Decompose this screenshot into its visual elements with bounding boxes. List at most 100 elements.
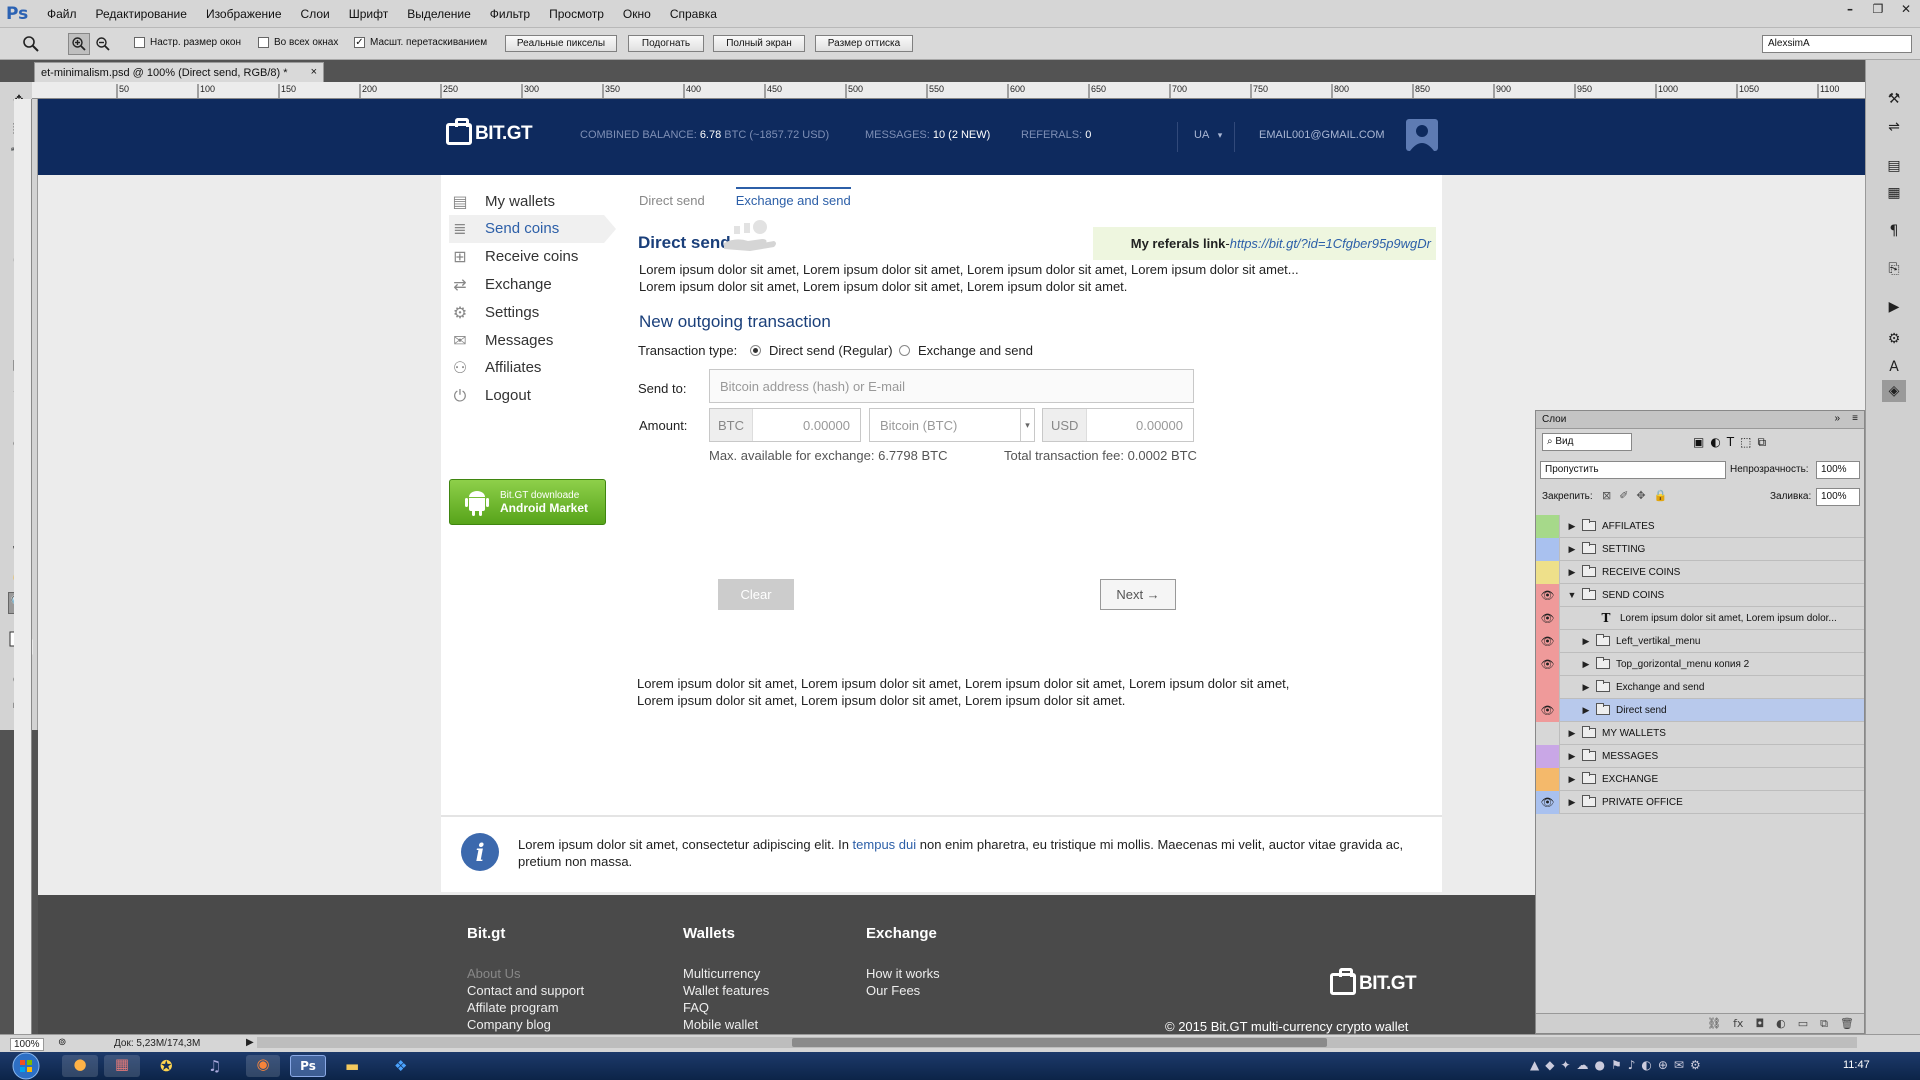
fx-icon[interactable]: fx xyxy=(1733,1017,1743,1030)
workspace-select[interactable]: AlexsimA xyxy=(1762,35,1912,53)
menu-item[interactable]: Фильтр xyxy=(490,7,530,21)
layer-row[interactable]: 👁 T Lorem ipsum dolor sit amet, Lorem ipsu… xyxy=(1536,606,1864,630)
direct-send-radio[interactable]: Direct send (Regular) xyxy=(750,343,893,358)
footer-link[interactable]: FAQ xyxy=(683,999,769,1016)
layer-filter-select[interactable]: ⌕ Вид xyxy=(1542,433,1632,451)
eye-visible-icon[interactable]: 👁 xyxy=(1536,652,1560,676)
footer-link[interactable]: How it works xyxy=(866,965,940,982)
opacity-input[interactable]: 100% xyxy=(1816,461,1860,479)
sidebar-item-receive-coins[interactable]: ⊞ Receive coins xyxy=(449,243,604,271)
close-tab-icon[interactable]: × xyxy=(311,66,317,78)
layer-row[interactable]: ▶ RECEIVE COINS xyxy=(1536,560,1864,584)
expand-down-icon[interactable]: ▼ xyxy=(1566,590,1578,600)
firefox-icon[interactable]: ● xyxy=(62,1055,98,1077)
layer-row[interactable]: 👁 ▶ Direct send xyxy=(1536,698,1864,722)
footer-link[interactable]: About Us xyxy=(467,965,584,982)
app-icon[interactable]: ▦ xyxy=(104,1055,140,1077)
footer-link[interactable]: Multicurrency xyxy=(683,965,769,982)
restore-icon[interactable]: ❐ xyxy=(1864,0,1892,18)
add-mask-icon[interactable]: ◘ xyxy=(1755,1017,1764,1030)
eye-hidden-icon[interactable] xyxy=(1536,675,1560,699)
fill-screen-button[interactable]: Полный экран xyxy=(713,35,805,52)
usd-amount-input[interactable]: USD 0.00000 xyxy=(1042,408,1194,442)
tab-exchange-and-send[interactable]: Exchange and send xyxy=(735,187,851,216)
adjust-panel-icon[interactable]: ⇌ xyxy=(1882,116,1906,138)
android-market-button[interactable]: Bit.GT downloade Android Market xyxy=(449,479,606,525)
sidebar-item-send-coins[interactable]: ≣ Send coins xyxy=(449,214,616,243)
expand-right-icon[interactable]: ▶ xyxy=(1566,567,1578,578)
scrollbar-thumb[interactable] xyxy=(792,1038,1327,1047)
eye-visible-icon[interactable]: 👁 xyxy=(1536,606,1560,630)
clear-button[interactable]: Clear xyxy=(718,579,794,610)
eye-hidden-icon[interactable] xyxy=(1536,767,1560,791)
tray-app-icon[interactable]: ✪ xyxy=(160,1057,173,1075)
lock-icons[interactable]: ⊠✐✥🔒 xyxy=(1602,489,1675,502)
footer-link[interactable]: Contact and support xyxy=(467,982,584,999)
notes-panel-icon[interactable]: ▦ xyxy=(1882,182,1906,204)
document-tab[interactable]: et-minimalism.psd @ 100% (Direct send, R… xyxy=(34,62,324,82)
sidebar-item-exchange[interactable]: ⇄ Exchange xyxy=(449,270,604,298)
expand-right-icon[interactable]: ▶ xyxy=(1566,521,1578,532)
menu-item[interactable]: Шрифт xyxy=(349,7,388,21)
btc-amount-input[interactable]: BTC 0.00000 xyxy=(709,408,861,442)
eye-visible-icon[interactable]: 👁 xyxy=(1536,583,1560,607)
eye-visible-icon[interactable]: 👁 xyxy=(1536,629,1560,653)
expand-right-icon[interactable]: ▶ xyxy=(1580,705,1592,716)
actual-pixels-button[interactable]: Реальные пикселы xyxy=(505,35,617,52)
menu-item[interactable]: Просмотр xyxy=(549,7,604,21)
sidebar-item-affiliates[interactable]: ⚇ Affiliates xyxy=(449,354,604,382)
actions-panel-icon[interactable]: ▶ xyxy=(1882,296,1906,318)
sidebar-item-logout[interactable]: ⏻ Logout xyxy=(449,382,604,410)
scrubby-zoom-checkbox[interactable]: ✓ Масшт. перетаскиванием xyxy=(354,37,487,48)
language-select[interactable]: UA ▾ xyxy=(1194,129,1222,141)
menu-item[interactable]: Справка xyxy=(670,7,717,21)
eye-visible-icon[interactable]: 👁 xyxy=(1536,698,1560,722)
expand-right-icon[interactable]: ▶ xyxy=(1580,659,1592,670)
new-group-icon[interactable]: ▭ xyxy=(1798,1017,1808,1030)
user-email[interactable]: EMAIL001@GMAIL.COM xyxy=(1259,129,1384,141)
history-panel-icon[interactable]: ⚒ xyxy=(1882,88,1906,110)
system-tray-icons[interactable]: ▲◆✦☁●⚑♪◐⊕✉⚙ xyxy=(1530,1058,1707,1072)
link-layers-icon[interactable]: ⛓ xyxy=(1707,1017,1721,1030)
tool-presets-icon[interactable]: ⚙ xyxy=(1882,328,1906,350)
referal-link[interactable]: https://bit.gt/?id=1Cfgber95p9wgDr xyxy=(1230,236,1431,251)
footer-link[interactable]: Affilate program xyxy=(467,999,584,1016)
sidebar-item-my-wallets[interactable]: ▤ My wallets xyxy=(449,187,604,215)
menu-item[interactable]: Слои xyxy=(301,7,330,21)
info-link[interactable]: tempus dui xyxy=(853,837,917,852)
footer-link[interactable]: Our Fees xyxy=(866,982,940,999)
menu-item[interactable]: Файл xyxy=(47,7,77,21)
fit-screen-button[interactable]: Подогнать xyxy=(628,35,704,52)
start-button-icon[interactable] xyxy=(6,1052,46,1080)
status-menu-icon[interactable]: ▶ xyxy=(246,1037,254,1048)
zoom-tool-icon[interactable] xyxy=(16,33,46,55)
close-icon[interactable]: ✕ xyxy=(1892,0,1920,18)
currency-select[interactable]: Bitcoin (BTC) ▾ xyxy=(869,408,1035,442)
layer-row[interactable]: ▶ AFFILATES xyxy=(1536,514,1864,538)
layer-row[interactable]: ▶ MY WALLETS xyxy=(1536,721,1864,745)
eye-hidden-icon[interactable] xyxy=(1536,560,1560,584)
fill-input[interactable]: 100% xyxy=(1816,488,1860,506)
blend-mode-select[interactable]: Пропустить xyxy=(1540,461,1726,479)
eye-visible-icon[interactable]: 👁 xyxy=(1536,790,1560,814)
footer-link[interactable]: Wallet features xyxy=(683,982,769,999)
send-to-input[interactable]: Bitcoin address (hash) or E-mail xyxy=(709,369,1194,403)
print-size-button[interactable]: Размер оттиска xyxy=(815,35,913,52)
layer-row[interactable]: 👁 ▶ PRIVATE OFFICE xyxy=(1536,790,1864,814)
properties-panel-icon[interactable]: ▤ xyxy=(1882,155,1906,177)
delete-layer-icon[interactable]: 🗑 xyxy=(1840,1017,1854,1030)
collapse-panel-icon[interactable]: » xyxy=(1834,413,1840,424)
layer-filter-icons[interactable]: ▣◐T⬚⧉ xyxy=(1693,435,1772,450)
explorer-icon[interactable]: ▬ xyxy=(345,1057,359,1075)
paragraph-panel-icon[interactable]: ¶ xyxy=(1882,220,1906,242)
tray-app-icon[interactable]: ♫ xyxy=(208,1057,221,1075)
eye-hidden-icon[interactable] xyxy=(1536,744,1560,768)
layer-row[interactable]: ▶ EXCHANGE xyxy=(1536,767,1864,791)
eye-hidden-icon[interactable] xyxy=(1536,537,1560,561)
resize-windows-checkbox[interactable]: Настр. размер окон xyxy=(134,37,241,48)
messages-count[interactable]: MESSAGES: 10 (2 NEW) xyxy=(865,129,990,141)
referals-count[interactable]: REFERALS: 0 xyxy=(1021,129,1091,141)
panel-menu-icon[interactable]: ≡ xyxy=(1852,413,1858,424)
layer-row[interactable]: 👁 ▶ Top_gorizontal_menu копия 2 xyxy=(1536,652,1864,676)
eye-hidden-icon[interactable] xyxy=(1536,721,1560,745)
